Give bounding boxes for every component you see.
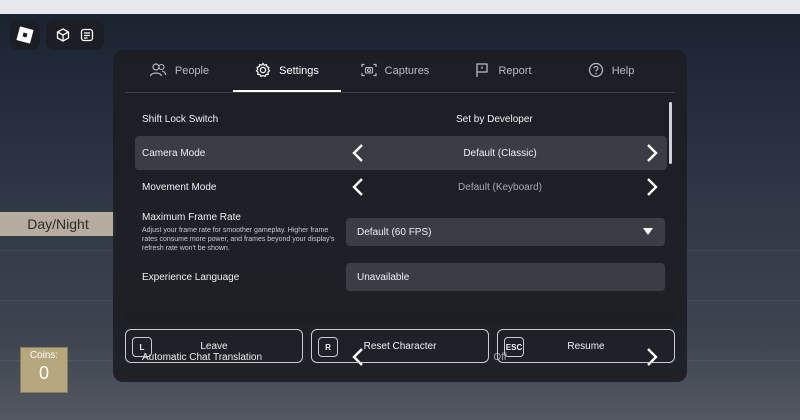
help-icon [588,62,604,81]
setting-text-block: Maximum Frame Rate Adjust your frame rat… [135,208,335,253]
chat-icon[interactable] [80,28,94,42]
setting-label: Shift Lock Switch [142,113,219,125]
flag-icon [474,62,490,81]
setting-label: Camera Mode [142,147,206,159]
roblox-logo-icon [16,26,34,44]
setting-shift-lock[interactable]: Shift Lock Switch Set by Developer [135,102,667,136]
dropdown-value: Default (60 FPS) [357,226,432,238]
setting-value: Default (Classic) [463,147,537,159]
setting-label: Maximum Frame Rate [142,212,241,223]
sky-strip [0,0,800,14]
chevron-left-icon[interactable] [350,142,366,164]
button-label: Resume [567,340,605,352]
tab-label: People [174,65,210,77]
tab-help[interactable]: Help [557,50,665,92]
scrollbar[interactable] [669,102,672,164]
setting-movement-mode[interactable]: Movement Mode Default (Keyboard) [135,170,667,204]
setting-experience-language[interactable]: Experience Language Unavailable [135,262,667,292]
key-hint: ESC [504,337,524,357]
gear-icon [255,62,271,81]
button-label: Reset Character [363,340,437,352]
setting-camera-mode[interactable]: Camera Mode Default (Classic) [135,136,667,170]
reset-character-button[interactable]: R Reset Character [311,329,489,363]
caret-down-icon [643,227,653,238]
button-label: Leave [200,340,228,352]
coins-label: Coins: [29,350,59,361]
tab-divider [125,92,675,93]
day-night-sign: Day/Night [0,212,116,236]
tab-label: Help [611,65,635,77]
key-hint: R [318,337,338,357]
field-value: Unavailable [357,271,410,283]
resume-button[interactable]: ESC Resume [497,329,675,363]
frame-rate-dropdown[interactable]: Default (60 FPS) [346,218,665,246]
people-icon [149,62,167,80]
chevron-left-icon[interactable] [350,176,366,198]
key-hint: L [132,337,152,357]
tab-label: Report [498,65,532,77]
tab-label: Settings [279,65,319,77]
list-fade [125,300,675,324]
toolbar-pill [46,20,104,50]
language-field[interactable]: Unavailable [346,263,665,291]
action-bar: L Leave R Reset Character ESC Resume [125,329,675,363]
tab-report[interactable]: Report [449,50,557,92]
setting-value: Default (Keyboard) [458,181,542,193]
coins-value: 0 [38,363,49,383]
setting-value: Set by Developer [456,113,533,125]
tab-settings[interactable]: Settings [233,50,341,92]
tab-bar: People Settings Captures Report Help [113,50,687,92]
top-left-controls [10,20,104,50]
chevron-right-icon[interactable] [644,142,660,164]
tab-captures[interactable]: Captures [341,50,449,92]
cube-icon[interactable] [56,28,70,42]
tab-people[interactable]: People [125,50,233,92]
setting-label: Movement Mode [142,181,217,193]
roblox-menu-button[interactable] [10,20,40,50]
chevron-right-icon[interactable] [644,176,660,198]
setting-max-frame-rate[interactable]: Maximum Frame Rate Adjust your frame rat… [135,208,667,260]
leave-button[interactable]: L Leave [125,329,303,363]
tab-label: Captures [384,65,430,77]
setting-description: Adjust your frame rate for smoother game… [142,227,335,252]
setting-label: Experience Language [142,271,240,283]
camera-icon [361,63,377,80]
coins-counter: Coins: 0 [20,347,68,393]
settings-menu: People Settings Captures Report Help Shi… [113,50,687,382]
